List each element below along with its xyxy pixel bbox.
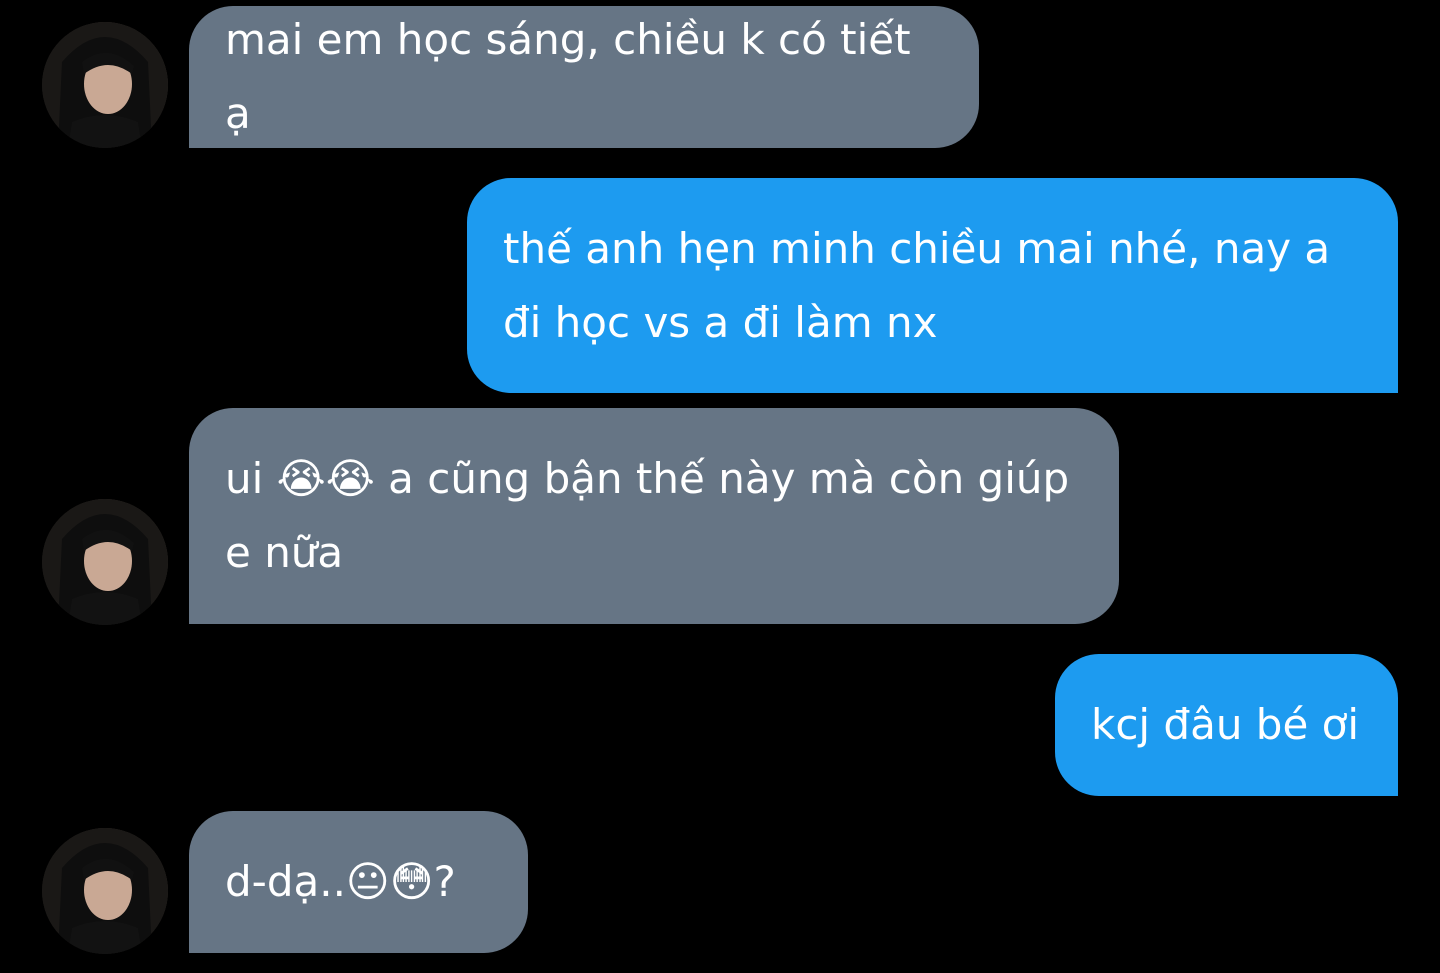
avatar-photo-icon bbox=[42, 499, 168, 625]
message-text: kcj đâu bé ơi bbox=[1091, 700, 1360, 749]
message-bubble-incoming[interactable]: d-dạ..😐😳? bbox=[189, 811, 528, 953]
message-bubble-outgoing[interactable]: thế anh hẹn minh chiều mai nhé, nay a đi… bbox=[467, 178, 1398, 393]
sender-avatar[interactable] bbox=[42, 828, 168, 954]
message-text: d-dạ..😐😳? bbox=[225, 857, 456, 906]
avatar-photo-icon bbox=[42, 22, 168, 148]
message-bubble-incoming[interactable]: ui 😭😭 a cũng bận thế này mà còn giúp e n… bbox=[189, 408, 1119, 624]
message-text: ui 😭😭 a cũng bận thế này mà còn giúp e n… bbox=[225, 454, 1070, 577]
message-bubble-incoming[interactable]: mai em học sáng, chiều k có tiết ạ bbox=[189, 6, 979, 148]
message-text: mai em học sáng, chiều k có tiết ạ bbox=[225, 15, 924, 138]
message-text: thế anh hẹn minh chiều mai nhé, nay a đi… bbox=[503, 223, 1331, 347]
sender-avatar[interactable] bbox=[42, 22, 168, 148]
avatar-photo-icon bbox=[42, 828, 168, 954]
message-bubble-outgoing[interactable]: kcj đâu bé ơi bbox=[1055, 654, 1398, 796]
sender-avatar[interactable] bbox=[42, 499, 168, 625]
